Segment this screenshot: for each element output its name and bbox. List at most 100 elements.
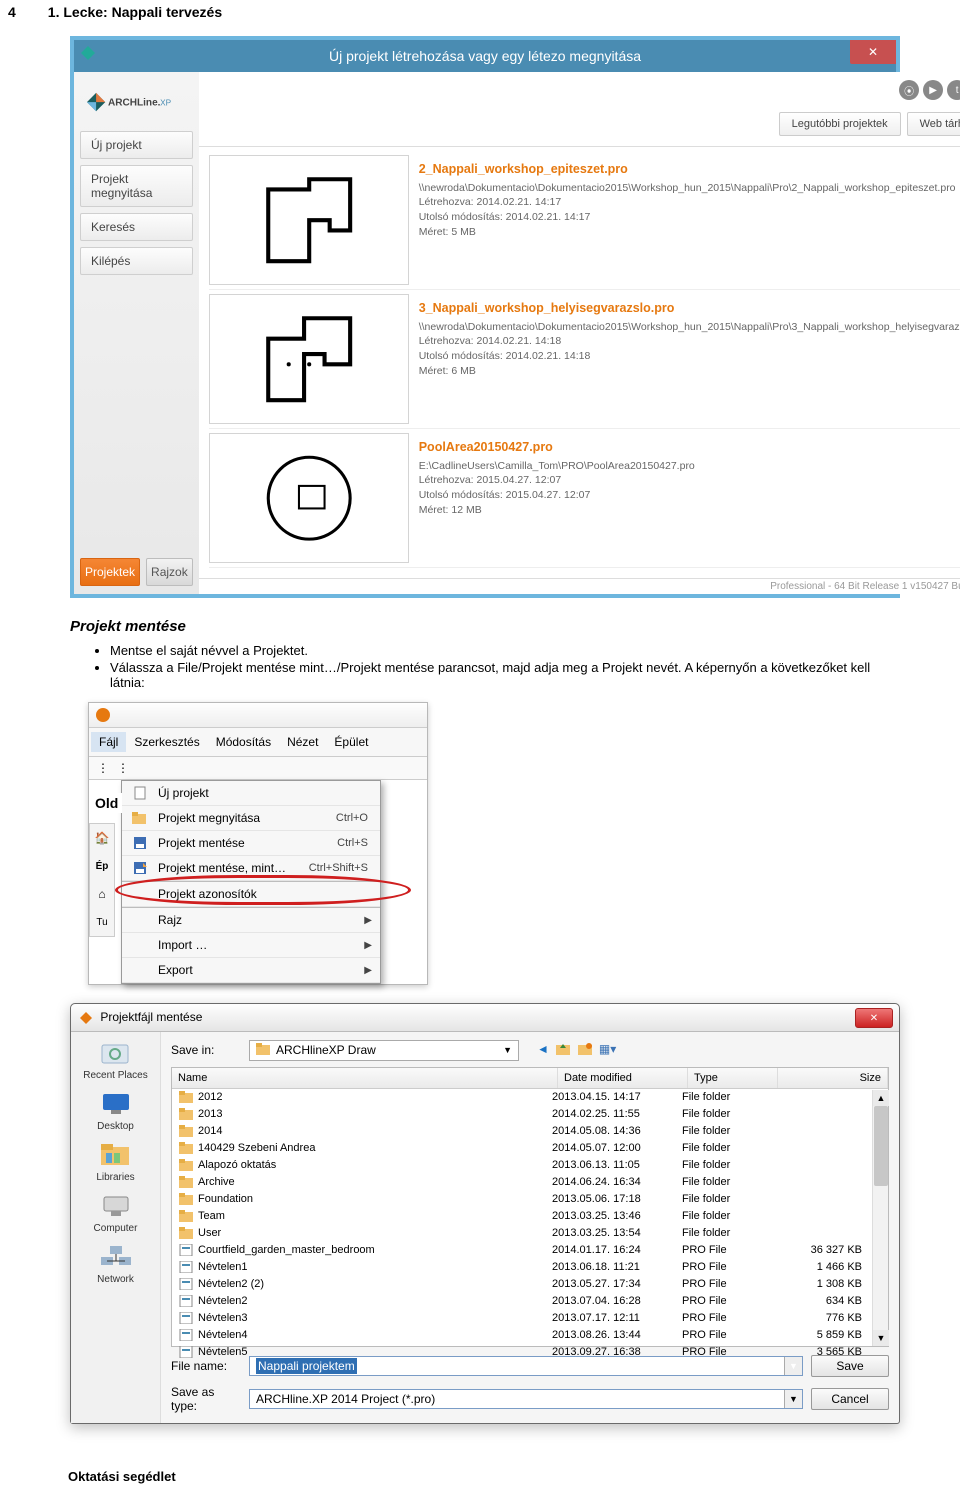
file-row[interactable]: 20132014.02.25. 11:55File folder — [172, 1106, 888, 1123]
place-label: Network — [97, 1274, 134, 1285]
room-icon[interactable]: ⌂ — [92, 884, 112, 904]
place-item[interactable]: Desktop — [97, 1089, 134, 1132]
project-item[interactable]: 3_Nappali_workshop_helyisegvarazslo.pro\… — [209, 290, 960, 429]
dialog-titlebar: Új projekt létrehozása vagy egy létezo m… — [74, 40, 896, 72]
footer-projektek-button[interactable]: Projektek — [80, 558, 140, 586]
save-in-field[interactable]: ARCHlineXP Draw ▼ — [249, 1040, 519, 1061]
col-date[interactable]: Date modified — [558, 1068, 688, 1088]
menu-item[interactable]: Rajz▶ — [122, 907, 380, 933]
project-item[interactable]: 2_Nappali_workshop_epiteszet.pro\\newrod… — [209, 151, 960, 290]
rss-icon[interactable]: ⦿ — [899, 80, 919, 100]
file-date: 2013.03.25. 13:54 — [552, 1227, 682, 1239]
file-row[interactable]: Foundation2013.05.06. 17:18File folder — [172, 1191, 888, 1208]
file-size: 634 KB — [772, 1295, 882, 1307]
tab-recent-projects[interactable]: Legutóbbi projektek — [779, 112, 901, 136]
view-menu-icon[interactable]: ▦▾ — [599, 1042, 616, 1059]
file-size: 1 308 KB — [772, 1278, 882, 1290]
menu-szerkesztes[interactable]: Szerkesztés — [126, 732, 207, 752]
col-size[interactable]: Size — [778, 1068, 888, 1088]
project-info: 2_Nappali_workshop_epiteszet.pro\\newrod… — [419, 155, 960, 285]
twitter-icon[interactable]: t — [947, 80, 960, 100]
place-item[interactable]: Libraries — [96, 1140, 134, 1183]
file-row[interactable]: Névtelen32013.07.17. 12:11PRO File776 KB — [172, 1310, 888, 1327]
file-date: 2013.07.04. 16:28 — [552, 1295, 682, 1307]
file-row[interactable]: 20122013.04.15. 14:17File folder — [172, 1089, 888, 1106]
file-name: Névtelen2 — [198, 1295, 248, 1307]
file-row[interactable]: Team2013.03.25. 13:46File folder — [172, 1208, 888, 1225]
col-type[interactable]: Type — [688, 1068, 778, 1088]
menu-item[interactable]: Export▶ — [122, 958, 380, 983]
sidebar-quit[interactable]: Kilépés — [80, 247, 193, 275]
toolbar-icon[interactable]: ⋮ — [115, 760, 131, 776]
file-row[interactable]: 140429 Szebeni Andrea2014.05.07. 12:00Fi… — [172, 1140, 888, 1157]
home-icon[interactable]: 🏠 — [92, 828, 112, 848]
file-row[interactable]: Névtelen12013.06.18. 11:21PRO File1 466 … — [172, 1259, 888, 1276]
folder-icon — [178, 1141, 194, 1155]
sidebar-new-project[interactable]: Új projekt — [80, 131, 193, 159]
scroll-down-icon[interactable]: ▼ — [873, 1330, 889, 1346]
page-number: 4 — [8, 4, 16, 20]
file-row[interactable]: 20142014.05.08. 14:36File folder — [172, 1123, 888, 1140]
folder-icon — [178, 1209, 194, 1223]
place-item[interactable]: Computer — [94, 1191, 138, 1234]
up-folder-icon[interactable] — [555, 1042, 571, 1059]
scrollbar[interactable]: ▲ ▼ — [872, 1090, 888, 1346]
file-date: 2013.04.15. 14:17 — [552, 1091, 682, 1103]
tu-icon[interactable]: Tu — [92, 912, 112, 932]
scroll-thumb[interactable] — [874, 1106, 888, 1186]
new-folder-icon[interactable] — [577, 1042, 593, 1059]
file-row[interactable]: User2013.03.25. 13:54File folder — [172, 1225, 888, 1242]
menu-item[interactable]: Projekt megnyitásaCtrl+O — [122, 806, 380, 831]
file-row[interactable]: Alapozó oktatás2013.06.13. 11:05File fol… — [172, 1157, 888, 1174]
place-icon — [98, 1191, 134, 1221]
chevron-down-icon[interactable]: ▼ — [784, 1357, 802, 1375]
project-item[interactable]: PoolArea20150427.proE:\CadlineUsers\Cami… — [209, 429, 960, 568]
back-icon[interactable]: ◄ — [537, 1042, 549, 1059]
menu-item[interactable]: Projekt azonosítók — [122, 881, 380, 907]
submenu-arrow-icon: ▶ — [364, 940, 372, 951]
status-bar: Professional - 64 Bit Release 1 v150427 … — [199, 578, 960, 594]
menu-item[interactable]: Import …▶ — [122, 933, 380, 958]
project-created: Létrehozva: 2015.04.27. 12:07 — [419, 473, 960, 488]
toolbar-icon[interactable]: ⋮ — [95, 760, 111, 776]
youtube-icon[interactable]: ▶ — [923, 80, 943, 100]
place-item[interactable]: Recent Places — [83, 1038, 147, 1081]
tab-web-storage[interactable]: Web tárhely — [907, 112, 960, 136]
close-button[interactable]: ✕ — [855, 1008, 893, 1028]
app-ball-icon[interactable] — [95, 707, 111, 723]
file-row[interactable]: Névtelen22013.07.04. 16:28PRO File634 KB — [172, 1293, 888, 1310]
menu-epulet[interactable]: Épület — [326, 732, 376, 752]
menu-item-icon — [130, 835, 150, 851]
scroll-up-icon[interactable]: ▲ — [873, 1090, 889, 1106]
ep-icon[interactable]: Ép — [92, 856, 112, 876]
close-button[interactable]: ✕ — [850, 40, 896, 64]
file-size: 776 KB — [772, 1312, 882, 1324]
menubar: Fájl Szerkesztés Módosítás Nézet Épület — [89, 728, 427, 757]
menu-fajl[interactable]: Fájl — [91, 732, 126, 752]
col-name[interactable]: Name — [172, 1068, 558, 1088]
file-row[interactable]: Archive2014.06.24. 16:34File folder — [172, 1174, 888, 1191]
menu-item-shortcut: Ctrl+O — [336, 812, 372, 824]
sidebar-open-project[interactable]: Projekt megnyitása — [80, 165, 193, 207]
file-date: 2013.08.26. 13:44 — [552, 1329, 682, 1341]
file-row[interactable]: Névtelen42013.08.26. 13:44PRO File5 859 … — [172, 1327, 888, 1344]
file-date: 2014.06.24. 16:34 — [552, 1176, 682, 1188]
save-as-type-value: ARCHline.XP 2014 Project (*.pro) — [256, 1392, 435, 1406]
file-row[interactable]: Névtelen2 (2)2013.05.27. 17:34PRO File1 … — [172, 1276, 888, 1293]
menu-modositas[interactable]: Módosítás — [208, 732, 279, 752]
menu-nezet[interactable]: Nézet — [279, 732, 326, 752]
file-row[interactable]: Courtfield_garden_master_bedroom2014.01.… — [172, 1242, 888, 1259]
footer-rajzok-button[interactable]: Rajzok — [146, 558, 193, 586]
place-item[interactable]: Network — [97, 1242, 134, 1285]
file-icon — [178, 1260, 194, 1274]
chevron-down-icon[interactable]: ▼ — [503, 1045, 512, 1055]
menu-item[interactable]: Projekt mentése, mint…Ctrl+Shift+S — [122, 856, 380, 881]
cancel-button[interactable]: Cancel — [811, 1388, 889, 1410]
chevron-down-icon[interactable]: ▼ — [784, 1390, 802, 1408]
filename-field[interactable]: Nappali projektem ▼ — [249, 1356, 803, 1376]
menu-item[interactable]: Új projekt — [122, 781, 380, 806]
sidebar-search[interactable]: Keresés — [80, 213, 193, 241]
file-name: Névtelen1 — [198, 1261, 248, 1273]
menu-item[interactable]: Projekt mentéseCtrl+S — [122, 831, 380, 856]
save-as-type-field[interactable]: ARCHline.XP 2014 Project (*.pro) ▼ — [249, 1389, 803, 1409]
